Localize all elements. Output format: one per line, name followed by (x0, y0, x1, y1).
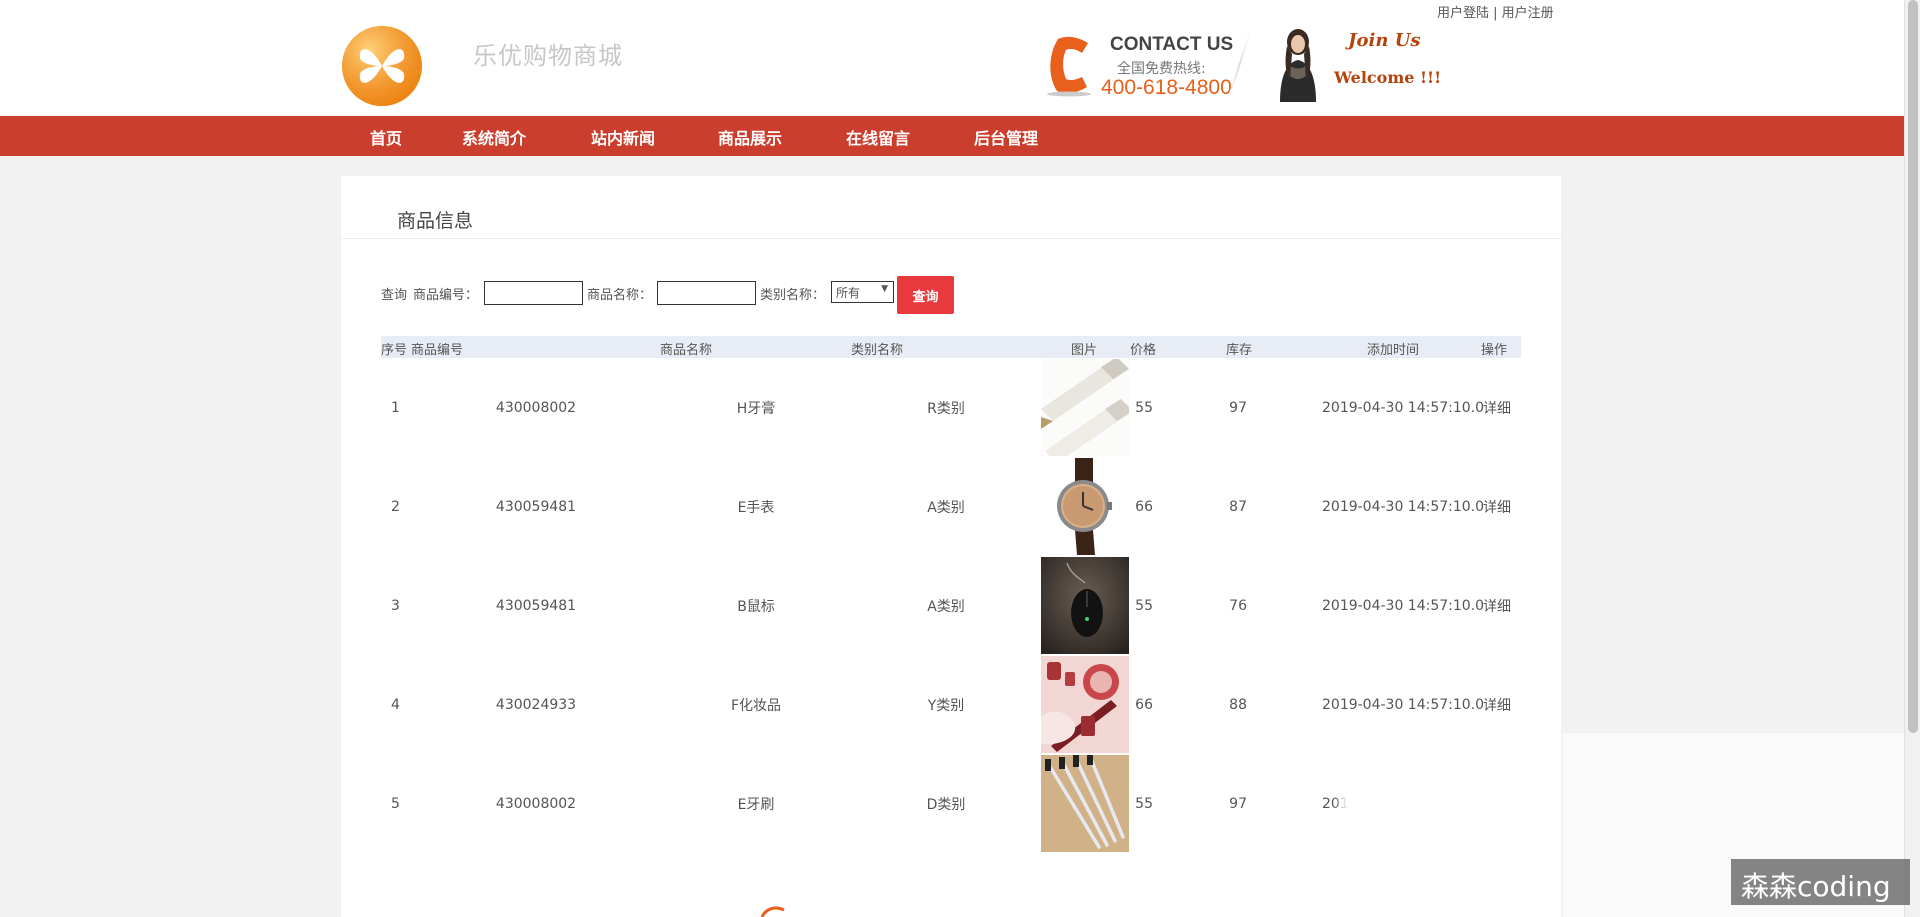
welcome-text: Welcome !!! (1334, 68, 1442, 87)
contact-title: CONTACT US (1110, 34, 1234, 55)
th-code: 商品编号 (411, 343, 464, 358)
th-price: 价格 (1130, 343, 1157, 358)
cell-stock: 88 (1229, 696, 1247, 713)
cell-code: 430024933 (495, 696, 577, 713)
site-logo[interactable] (340, 24, 424, 108)
cell-category: A类别 (927, 499, 965, 516)
watermark: 森森coding (1731, 859, 1910, 905)
join-us-text: Join Us (1348, 30, 1421, 51)
top-links-separator: | (1489, 6, 1502, 21)
cell-index: 1 (391, 399, 400, 416)
cell-category: D类别 (926, 796, 966, 813)
category-selected: 所有 (836, 286, 861, 300)
cell-code: 430008002 (495, 399, 577, 416)
vertical-scrollbar[interactable] (1904, 0, 1920, 917)
name-label: 商品名称： (587, 288, 653, 303)
th-action: 操作 (1481, 343, 1508, 358)
nav-item-admin[interactable]: 后台管理 (974, 125, 1038, 149)
category-select[interactable]: 所有 ▼ (831, 281, 894, 303)
table-row: 1 430008002 H牙膏 R类别 55 97 2019-04-30 14:… (381, 358, 1521, 457)
th-index: 序号 (381, 343, 408, 358)
register-link[interactable]: 用户注册 (1502, 6, 1554, 21)
code-input[interactable] (484, 281, 583, 305)
contact-phone: 400-618-4800 (1101, 76, 1232, 99)
blurred-region (1340, 790, 1520, 820)
login-link[interactable]: 用户登陆 (1437, 6, 1489, 21)
cell-name: F化妆品 (730, 697, 782, 714)
cell-stock: 76 (1229, 597, 1247, 614)
nav-item-messages[interactable]: 在线留言 (846, 125, 910, 149)
code-label: 商品编号： (413, 288, 479, 303)
th-category: 类别名称 (851, 343, 904, 358)
th-name: 商品名称 (660, 343, 713, 358)
cell-stock: 87 (1229, 498, 1247, 515)
product-image-toothbrush (1041, 755, 1129, 852)
query-label: 查询 (381, 288, 408, 303)
th-stock: 库存 (1226, 343, 1253, 358)
cell-added: 2019-04-30 14:57:10.0 (1322, 399, 1485, 416)
cell-category: Y类别 (927, 697, 965, 714)
phone-icon (1047, 36, 1091, 97)
page-title: 商品信息 (397, 210, 474, 232)
cell-price: 66 (1135, 498, 1153, 515)
scrollbar-thumb[interactable] (1908, 0, 1918, 733)
cell-code: 430008002 (495, 795, 577, 812)
th-added: 添加时间 (1367, 343, 1420, 358)
table-row: 4 430024933 F化妆品 Y类别 66 88 2019-04-30 14… (381, 655, 1521, 754)
cell-price: 55 (1135, 399, 1153, 416)
cell-index: 5 (391, 795, 400, 812)
cell-name: E手表 (737, 499, 775, 516)
cell-index: 4 (391, 696, 400, 713)
contact-subtitle: 全国免费热线: (1117, 61, 1206, 77)
product-image-cosmetics (1041, 656, 1129, 753)
nav-item-products[interactable]: 商品展示 (718, 125, 782, 149)
category-label: 类别名称： (760, 288, 826, 303)
nav-item-intro[interactable]: 系统简介 (462, 125, 526, 149)
detail-link[interactable]: 详细 (1483, 695, 1511, 715)
cell-price: 66 (1135, 696, 1153, 713)
nav-item-home[interactable]: 首页 (370, 125, 402, 149)
cell-category: A类别 (927, 598, 965, 615)
cell-added: 2019-04-30 14:57:10.0 (1322, 597, 1485, 614)
cell-code: 430059481 (495, 498, 577, 515)
cell-added: 2019-04-30 14:57:10.0 (1322, 696, 1485, 713)
detail-link[interactable]: 详细 (1483, 497, 1511, 517)
site-name: 乐优购物商城 (473, 42, 623, 70)
cell-name: E牙刷 (737, 796, 775, 813)
product-image-toothpaste (1041, 359, 1129, 456)
nav-item-news[interactable]: 站内新闻 (591, 125, 655, 149)
main-nav: 首页 系统简介 站内新闻 商品展示 在线留言 后台管理 (0, 116, 1904, 156)
site-header: 用户登陆 | 用户注册 乐优购物商城 CONTACT US 全国免费热线: 40… (0, 0, 1904, 116)
cell-index: 2 (391, 498, 400, 515)
title-divider (341, 238, 1561, 239)
table-row: 3 430059481 B鼠标 A类别 55 76 2019-04-30 14:… (381, 556, 1521, 655)
table-header: 序号 商品编号 商品名称 类别名称 图片 价格 库存 添加时间 操作 (381, 336, 1521, 358)
product-image-mouse (1041, 557, 1129, 654)
cell-name: B鼠标 (737, 598, 775, 615)
cell-category: R类别 (927, 400, 965, 417)
name-input[interactable] (657, 281, 756, 305)
cell-name: H牙膏 (736, 400, 776, 417)
person-image (1280, 29, 1316, 102)
top-links: 用户登陆 | 用户注册 (1437, 2, 1554, 21)
cell-stock: 97 (1229, 795, 1247, 812)
th-image: 图片 (1071, 343, 1098, 358)
detail-link[interactable]: 详细 (1483, 596, 1511, 616)
cell-price: 55 (1135, 795, 1153, 812)
cell-stock: 97 (1229, 399, 1247, 416)
search-button[interactable]: 查询 (897, 276, 954, 314)
table-row: 2 430059481 E手表 A类别 66 87 2019-04-30 14:… (381, 457, 1521, 556)
cell-code: 430059481 (495, 597, 577, 614)
cell-price: 55 (1135, 597, 1153, 614)
cell-added: 2019-04-30 14:57:10.0 (1322, 498, 1485, 515)
cell-index: 3 (391, 597, 400, 614)
chevron-down-icon: ▼ (881, 284, 888, 294)
detail-link[interactable]: 详细 (1483, 398, 1511, 418)
product-image-watch (1041, 458, 1129, 555)
partial-icon (760, 906, 785, 917)
